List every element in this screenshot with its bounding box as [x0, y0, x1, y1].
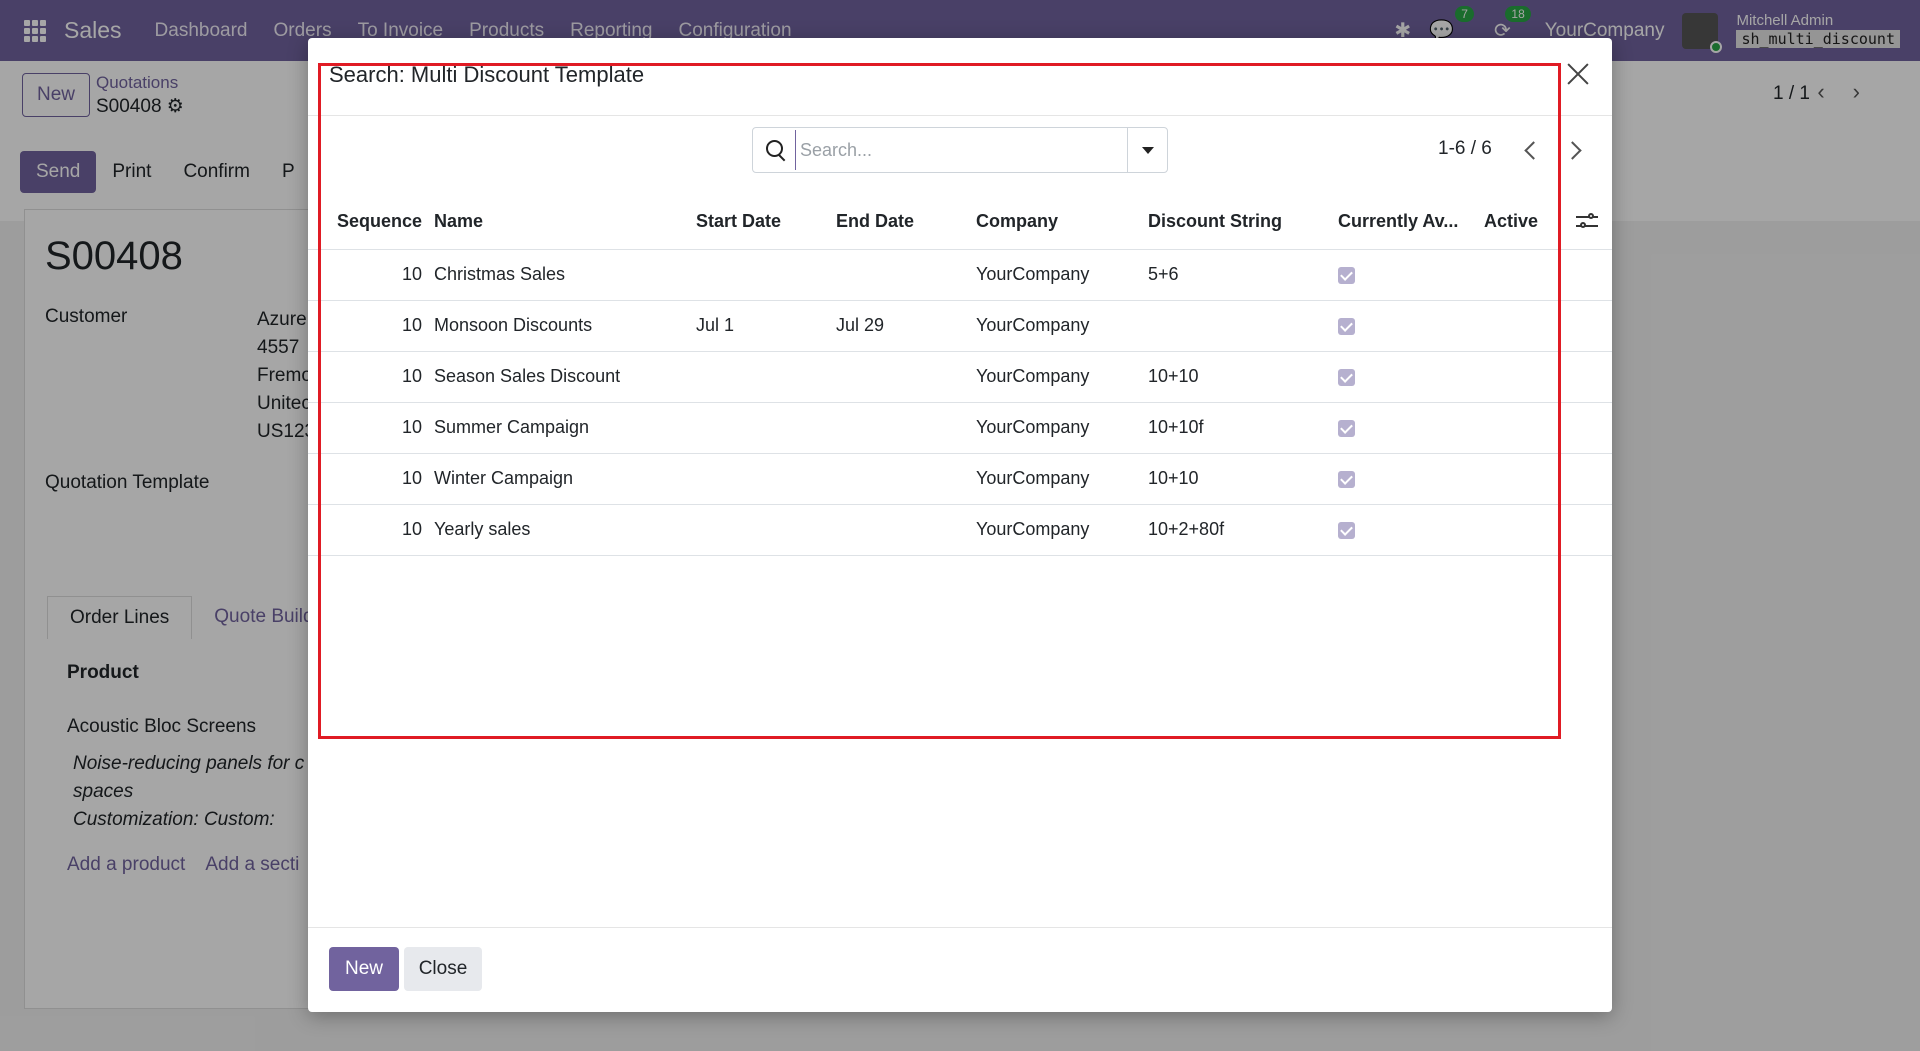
cell-currently-available — [1332, 453, 1478, 505]
cell-name: Winter Campaign — [428, 453, 690, 505]
search-dialog: Search: Multi Discount Template 1-6 / 6 … — [308, 38, 1612, 1012]
cell-end-date: Jul 29 — [830, 300, 970, 352]
cell-empty — [1558, 249, 1612, 301]
column-header-active[interactable]: Active — [1478, 195, 1558, 250]
dialog-title: Search: Multi Discount Template — [329, 62, 645, 87]
cell-discount-string: 10+10 — [1142, 453, 1332, 505]
cell-end-date — [830, 453, 970, 505]
cell-name: Yearly sales — [428, 504, 690, 556]
optional-columns-icon[interactable] — [1576, 212, 1598, 232]
cell-currently-available — [1332, 504, 1478, 556]
cell-active — [1478, 249, 1558, 301]
cell-empty — [1558, 402, 1612, 454]
cell-end-date — [830, 249, 970, 301]
checkbox-checked-icon — [1338, 368, 1355, 386]
new-button[interactable]: New — [329, 947, 399, 991]
cell-start-date — [690, 504, 830, 556]
cell-end-date — [830, 351, 970, 403]
column-header-end-date[interactable]: End Date — [830, 195, 970, 250]
chevron-left-icon[interactable] — [1520, 139, 1542, 161]
cell-active — [1478, 300, 1558, 352]
cell-active — [1478, 453, 1558, 505]
checkbox-checked-icon — [1338, 419, 1355, 437]
checkbox-checked-icon — [1338, 266, 1355, 284]
caret-down-icon — [1141, 146, 1154, 154]
header-divider — [308, 115, 1612, 116]
cell-active — [1478, 351, 1558, 403]
cell-sequence: 10 — [308, 402, 428, 454]
table-row[interactable]: 10 Winter Campaign YourCompany 10+10 — [308, 453, 1612, 505]
column-header-company[interactable]: Company — [970, 195, 1142, 250]
cell-currently-available — [1332, 351, 1478, 403]
checkbox-checked-icon — [1338, 470, 1355, 488]
cell-start-date — [690, 249, 830, 301]
cell-currently-available — [1332, 402, 1478, 454]
cell-name: Monsoon Discounts — [428, 300, 690, 352]
search-options-toggle[interactable] — [1127, 128, 1167, 172]
cell-sequence: 10 — [308, 504, 428, 556]
chevron-right-icon[interactable] — [1564, 139, 1586, 161]
table-row[interactable]: 10 Season Sales Discount YourCompany 10+… — [308, 351, 1612, 403]
cell-sequence: 10 — [308, 300, 428, 352]
table-row[interactable]: 10 Monsoon Discounts Jul 1 Jul 29 YourCo… — [308, 300, 1612, 352]
cell-company: YourCompany — [970, 249, 1142, 301]
cell-name: Season Sales Discount — [428, 351, 690, 403]
cell-discount-string: 10+10 — [1142, 351, 1332, 403]
cell-company: YourCompany — [970, 351, 1142, 403]
cell-end-date — [830, 504, 970, 556]
table-row[interactable]: 10 Christmas Sales YourCompany 5+6 — [308, 249, 1612, 301]
cell-sequence: 10 — [308, 453, 428, 505]
cell-discount-string: 10+2+80f — [1142, 504, 1332, 556]
cell-name: Summer Campaign — [428, 402, 690, 454]
table-header-row: Sequence Name Start Date End Date Compan… — [308, 195, 1612, 250]
cell-empty — [1558, 504, 1612, 556]
search-icon — [753, 128, 793, 172]
search-bar — [752, 127, 1168, 173]
checkbox-checked-icon — [1338, 521, 1355, 539]
cell-discount-string — [1142, 300, 1332, 352]
close-button[interactable]: Close — [404, 947, 482, 991]
table-row[interactable]: 10 Yearly sales YourCompany 10+2+80f — [308, 504, 1612, 556]
footer-divider — [308, 927, 1612, 928]
cell-company: YourCompany — [970, 300, 1142, 352]
cell-sequence: 10 — [308, 249, 428, 301]
column-header-currently-available[interactable]: Currently Av... — [1332, 195, 1478, 250]
column-header-discount-string[interactable]: Discount String — [1142, 195, 1332, 250]
cell-name: Christmas Sales — [428, 249, 690, 301]
cell-company: YourCompany — [970, 504, 1142, 556]
column-header-sequence[interactable]: Sequence — [308, 195, 428, 250]
template-list: Sequence Name Start Date End Date Compan… — [308, 195, 1612, 556]
cell-sequence: 10 — [308, 351, 428, 403]
cell-empty — [1558, 300, 1612, 352]
checkbox-checked-icon — [1338, 317, 1355, 335]
table-row[interactable]: 10 Summer Campaign YourCompany 10+10f — [308, 402, 1612, 454]
cell-currently-available — [1332, 300, 1478, 352]
cell-discount-string: 5+6 — [1142, 249, 1332, 301]
search-input[interactable] — [795, 130, 1127, 170]
cell-active — [1478, 402, 1558, 454]
cell-start-date — [690, 402, 830, 454]
cell-currently-available — [1332, 249, 1478, 301]
cell-end-date — [830, 402, 970, 454]
cell-discount-string: 10+10f — [1142, 402, 1332, 454]
cell-empty — [1558, 453, 1612, 505]
cell-start-date: Jul 1 — [690, 300, 830, 352]
dialog-pager-value[interactable]: 1-6 / 6 — [1438, 138, 1492, 160]
column-header-start-date[interactable]: Start Date — [690, 195, 830, 250]
column-header-name[interactable]: Name — [428, 195, 690, 250]
cell-empty — [1558, 351, 1612, 403]
cell-start-date — [690, 351, 830, 403]
cell-start-date — [690, 453, 830, 505]
close-icon[interactable] — [1566, 62, 1590, 86]
cell-active — [1478, 504, 1558, 556]
cell-company: YourCompany — [970, 402, 1142, 454]
cell-company: YourCompany — [970, 453, 1142, 505]
